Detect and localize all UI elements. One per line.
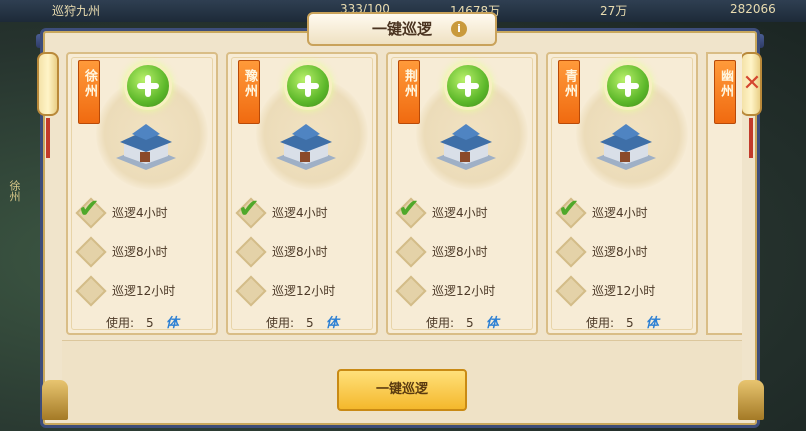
region-banner: 青州 — [558, 60, 580, 124]
usage-value: 5 — [626, 316, 634, 330]
building-icon — [596, 124, 656, 170]
region-name: 徐州 — [82, 69, 97, 99]
building-icon — [276, 124, 336, 170]
option-checkbox[interactable] — [555, 275, 587, 307]
option-label: 巡逻12小时 — [592, 284, 656, 298]
building-icon — [116, 124, 176, 170]
tassel-icon — [46, 118, 50, 158]
option-label: 巡逻8小时 — [272, 245, 328, 259]
map-region-label: 徐州 — [8, 180, 21, 202]
lantern-icon — [37, 52, 59, 116]
stamina-icon: 体 — [165, 316, 179, 331]
patrol-option[interactable]: 巡逻8小时 — [235, 236, 370, 268]
check-icon: ✔ — [398, 194, 420, 224]
option-label: 巡逻12小时 — [112, 284, 176, 298]
stamina-icon: 体 — [325, 316, 339, 331]
patrol-option[interactable]: ✔ 巡逻4小时 — [235, 194, 370, 229]
topbar-title: 巡狩九州 — [52, 4, 101, 18]
option-checkbox[interactable] — [395, 275, 427, 307]
topbar-stat: 282066 — [730, 2, 776, 16]
option-label: 巡逻12小时 — [272, 284, 336, 298]
patrol-option[interactable]: ✔ 巡逻4小时 — [395, 194, 530, 229]
topbar-stat: 27万 — [600, 4, 628, 18]
info-icon[interactable]: i — [451, 21, 467, 37]
usage-row: 使用: 5 体 — [106, 312, 191, 331]
usage-label: 使用: — [106, 316, 135, 330]
region-name: 青州 — [562, 69, 577, 99]
dialog-title: 一键巡逻 — [371, 20, 432, 38]
check-icon: ✔ — [238, 194, 260, 224]
region-card-partial: 幽州 — [706, 52, 742, 335]
option-checkbox[interactable] — [235, 275, 267, 307]
patrol-option[interactable]: 巡逻8小时 — [395, 236, 530, 268]
option-checkbox[interactable] — [75, 275, 107, 307]
dialog-title-plate: 一键巡逻 i — [307, 12, 497, 46]
usage-label: 使用: — [586, 316, 615, 330]
usage-label: 使用: — [426, 316, 455, 330]
region-name: 幽州 — [718, 69, 733, 99]
add-plus-button[interactable] — [284, 62, 332, 110]
patrol-option[interactable]: 巡逻8小时 — [75, 236, 210, 268]
option-label: 巡逻8小时 — [592, 245, 648, 259]
add-plus-button[interactable] — [604, 62, 652, 110]
usage-row: 使用: 5 体 — [426, 312, 511, 331]
option-label: 巡逻4小时 — [592, 206, 648, 220]
building-icon — [436, 124, 496, 170]
patrol-option[interactable]: 巡逻12小时 — [555, 275, 690, 307]
add-plus-button[interactable] — [444, 62, 492, 110]
option-label: 巡逻4小时 — [432, 206, 488, 220]
one-click-patrol-button[interactable]: 一键巡逻 — [337, 369, 467, 411]
add-plus-button[interactable] — [124, 62, 172, 110]
tassel-icon — [749, 118, 753, 158]
region-name: 豫州 — [242, 69, 257, 99]
usage-row: 使用: 5 体 — [266, 312, 351, 331]
region-name: 荆州 — [402, 69, 417, 99]
option-checkbox[interactable] — [395, 236, 427, 268]
usage-label: 使用: — [266, 316, 295, 330]
region-banner: 幽州 — [714, 60, 736, 124]
usage-value: 5 — [306, 316, 314, 330]
region-card: 豫州 ✔ 巡逻4小时巡逻8小时巡逻12小时使用: 5 体 — [226, 52, 378, 335]
check-icon: ✔ — [558, 194, 580, 224]
usage-value: 5 — [146, 316, 154, 330]
usage-value: 5 — [466, 316, 474, 330]
option-label: 巡逻12小时 — [432, 284, 496, 298]
option-checkbox[interactable] — [235, 236, 267, 268]
region-banner: 豫州 — [238, 60, 260, 124]
check-icon: ✔ — [78, 194, 100, 224]
patrol-option[interactable]: ✔ 巡逻4小时 — [555, 194, 690, 229]
patrol-option[interactable]: 巡逻8小时 — [555, 236, 690, 268]
option-label: 巡逻4小时 — [272, 206, 328, 220]
patrol-option[interactable]: 巡逻12小时 — [395, 275, 530, 307]
option-label: 巡逻8小时 — [432, 245, 488, 259]
region-banner: 徐州 — [78, 60, 100, 124]
patrol-option[interactable]: 巡逻12小时 — [75, 275, 210, 307]
stamina-icon: 体 — [485, 316, 499, 331]
region-card: 荆州 ✔ 巡逻4小时巡逻8小时巡逻12小时使用: 5 体 — [386, 52, 538, 335]
dragon-ornament-icon — [42, 380, 68, 420]
region-banner: 荆州 — [398, 60, 420, 124]
option-label: 巡逻8小时 — [112, 245, 168, 259]
close-button[interactable]: ✕ — [742, 72, 762, 96]
stamina-icon: 体 — [645, 316, 659, 331]
patrol-option[interactable]: 巡逻12小时 — [235, 275, 370, 307]
dragon-ornament-icon — [738, 380, 764, 420]
option-checkbox[interactable] — [555, 236, 587, 268]
usage-row: 使用: 5 体 — [586, 312, 671, 331]
region-card: 徐州 ✔ 巡逻4小时巡逻8小时巡逻12小时使用: 5 体 — [66, 52, 218, 335]
option-label: 巡逻4小时 — [112, 206, 168, 220]
region-card: 青州 ✔ 巡逻4小时巡逻8小时巡逻12小时使用: 5 体 — [546, 52, 698, 335]
patrol-option[interactable]: ✔ 巡逻4小时 — [75, 194, 210, 229]
option-checkbox[interactable] — [75, 236, 107, 268]
